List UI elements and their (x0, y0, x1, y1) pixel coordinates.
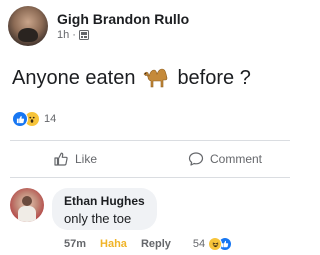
post-text-before: Anyone eaten (12, 66, 136, 89)
comment-timestamp[interactable]: 57m (64, 238, 86, 250)
comment-button[interactable]: Comment (150, 146, 300, 172)
comment-bubble: Ethan Hughes only the toe (52, 188, 157, 230)
post-actions: Like Comment (0, 146, 300, 172)
timestamp-separator: · (72, 29, 76, 41)
comment-icon (188, 152, 204, 166)
comment-button-label: Comment (209, 152, 262, 166)
divider (10, 140, 290, 141)
comment-actions: 57m Haha Reply 54 (64, 237, 233, 251)
like-icon (12, 111, 28, 127)
author-avatar[interactable] (8, 6, 48, 46)
post-meta: Gigh Brandon Rullo 1h · (57, 11, 189, 41)
haha-reaction-button[interactable]: Haha (100, 238, 127, 250)
comment-text: only the toe (64, 211, 132, 226)
reaction-count: 14 (44, 113, 57, 125)
post-reactions[interactable]: 14 (12, 111, 56, 127)
comment-reaction-count: 54 (192, 238, 206, 250)
post-author-name[interactable]: Gigh Brandon Rullo (57, 11, 189, 28)
camel-icon (141, 66, 171, 90)
post-timestamp[interactable]: 1h (57, 29, 69, 41)
globe-icon (78, 30, 89, 40)
divider (10, 177, 290, 178)
post-text: Anyone eaten before ? (12, 66, 251, 90)
like-button-label: Like (74, 152, 97, 166)
comment-reactions[interactable] (208, 237, 233, 251)
post-header: Gigh Brandon Rullo 1h · (8, 6, 189, 46)
comment: Ethan Hughes only the toe (10, 188, 157, 230)
post-text-after: before ? (177, 66, 251, 89)
thumbs-up-icon (54, 152, 68, 166)
post-timestamp-row: 1h · (57, 29, 189, 41)
commenter-avatar[interactable] (10, 188, 44, 222)
comment-author-name[interactable]: Ethan Hughes (64, 194, 145, 208)
reply-button[interactable]: Reply (141, 238, 171, 250)
like-button[interactable]: Like (0, 146, 150, 172)
